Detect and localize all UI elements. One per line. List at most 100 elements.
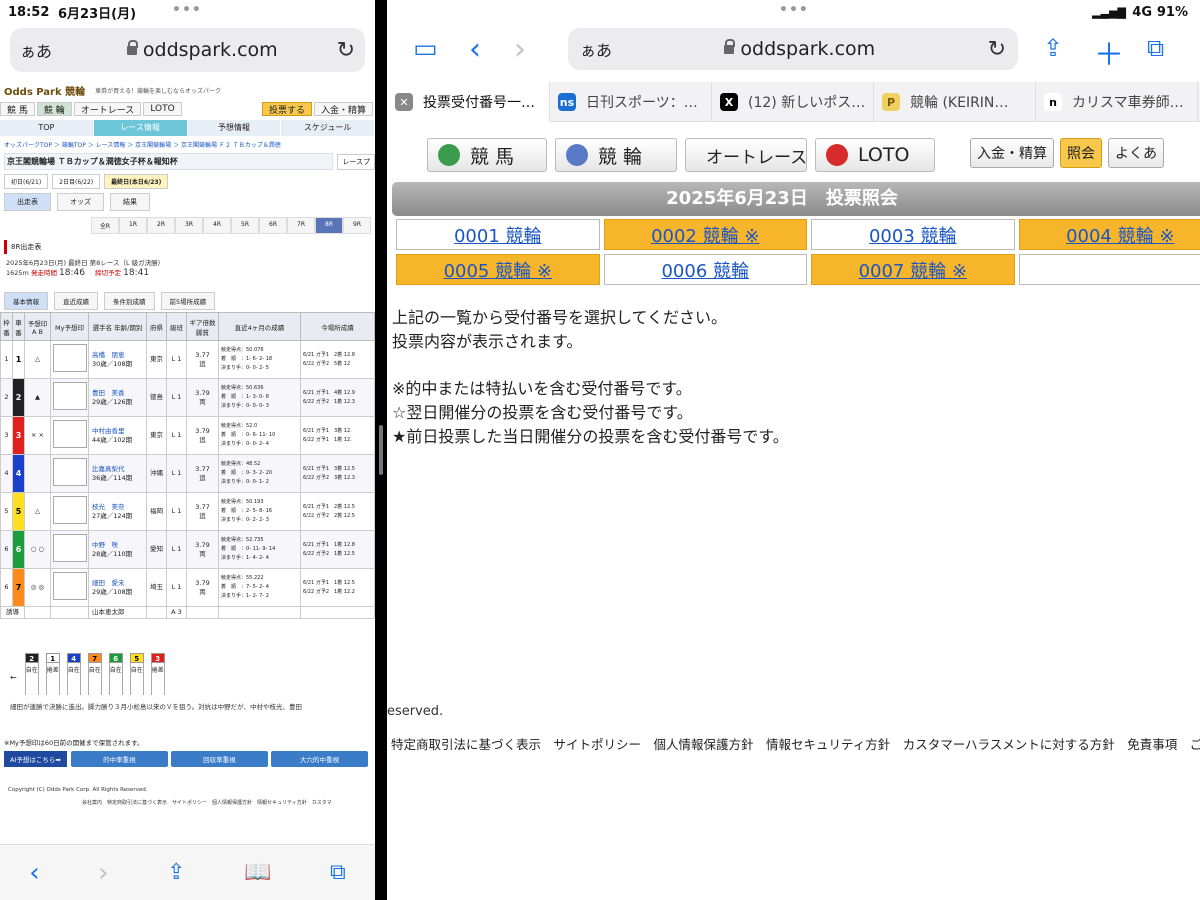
deposit-button[interactable]: 入金・精算 xyxy=(970,138,1054,168)
race-program-link[interactable]: レースプ xyxy=(337,153,375,170)
back-icon[interactable]: ‹ xyxy=(469,32,481,67)
my-mark-select[interactable] xyxy=(52,344,87,372)
breadcrumb[interactable]: オッズパークTOP ＞ 競輪TOP ＞ レース情報 ＞ 京王閣競輪場 ＞ 京王閣… xyxy=(0,136,375,153)
forward-icon[interactable]: › xyxy=(98,858,108,888)
share-icon[interactable]: ⇪ xyxy=(167,860,185,885)
tab-autorace[interactable]: オートレース xyxy=(73,102,142,116)
address-bar-left[interactable]: ぁあ oddspark.com ↻ xyxy=(10,28,365,72)
race-btn[interactable]: 3R xyxy=(175,217,203,234)
receipt-link[interactable]: 0001 競輪 xyxy=(454,222,542,248)
receipt-link[interactable]: 0002 競輪 ※ xyxy=(651,222,759,248)
subtab-shussohyo[interactable]: 出走表 xyxy=(4,193,51,211)
nav-autorace[interactable]: オートレース xyxy=(685,138,807,172)
race-btn[interactable]: 9R xyxy=(343,217,371,234)
receipt-link[interactable]: 0006 競輪 xyxy=(661,257,749,283)
share-icon[interactable]: ⇪ xyxy=(1043,34,1063,62)
race-btn[interactable]: 5R xyxy=(231,217,259,234)
my-mark-cell[interactable] xyxy=(50,568,89,607)
footer-links-right[interactable]: 特定商取引法に基づく表示 サイトポリシー 個人情報保護方針 情報セキュリティ方針… xyxy=(391,734,1200,753)
racer-name-link[interactable]: 枝光 美奈 xyxy=(92,503,125,511)
tab[interactable]: P 競輪 (KEIRIN… xyxy=(874,82,1036,122)
my-mark-select[interactable] xyxy=(52,382,87,410)
nav-loto[interactable]: LOTO xyxy=(815,138,935,172)
racer-name-cell[interactable]: 細田 愛未 29歳／108期 xyxy=(88,568,147,607)
faq-button[interactable]: よくあ xyxy=(1108,138,1164,168)
day-tab-3[interactable]: 最終日(本日6/23) xyxy=(104,174,169,189)
buy-button[interactable]: 投票する xyxy=(261,102,312,116)
footer-links-left[interactable]: 会社案内 特定商取引法に基づく表示 サイトポリシー 個人情報保護方針 情報セキュ… xyxy=(0,795,375,810)
menu-yosou[interactable]: 予想情報 xyxy=(187,120,282,136)
reload-icon[interactable]: ↻ xyxy=(988,37,1006,62)
tab-keirin[interactable]: 競 輪 xyxy=(36,102,72,116)
deposit-button[interactable]: 入金・精算 xyxy=(313,102,373,116)
race-btn[interactable]: 1R xyxy=(119,217,147,234)
racer-name-cell[interactable]: 中村由香里 44歳／102期 xyxy=(88,416,147,455)
race-btn[interactable]: 全R xyxy=(91,217,119,234)
receipt-cell[interactable]: 0005 競輪 ※ xyxy=(396,254,600,285)
racer-name-link[interactable]: 比嘉真梨代 xyxy=(92,465,125,473)
day-tab-2[interactable]: 2日目(6/22) xyxy=(52,174,101,189)
subtab-odds[interactable]: オッズ xyxy=(57,193,104,211)
my-mark-select[interactable] xyxy=(52,458,87,486)
back-icon[interactable]: ‹ xyxy=(29,858,39,888)
reader-aa-button[interactable]: ぁあ xyxy=(20,38,68,62)
race-btn[interactable]: 6R xyxy=(259,217,287,234)
receipt-cell[interactable]: 0001 競輪 xyxy=(396,219,600,250)
ai-tab-longshot[interactable]: 大穴的中重視 xyxy=(270,751,368,767)
menu-top[interactable]: TOP xyxy=(0,120,94,136)
ai-tab-recovery[interactable]: 回収率重視 xyxy=(170,751,268,767)
race-btn[interactable]: 4R xyxy=(203,217,231,234)
menu-race-info[interactable]: レース情報 xyxy=(93,120,188,136)
inquiry-button[interactable]: 照会 xyxy=(1060,138,1102,168)
info-tab-condition[interactable]: 条件別成績 xyxy=(104,292,155,310)
my-mark-cell[interactable] xyxy=(50,416,89,455)
tabs-icon[interactable]: ⧉ xyxy=(330,860,346,885)
split-divider[interactable] xyxy=(375,0,387,900)
receipt-cell[interactable]: 0002 競輪 ※ xyxy=(603,219,807,250)
info-tab-prev5[interactable]: 前5場所成績 xyxy=(160,292,216,310)
racer-name-link[interactable]: 細田 愛未 xyxy=(92,579,125,587)
tab-overview-icon[interactable]: ⧉ xyxy=(1147,34,1164,62)
my-mark-select[interactable] xyxy=(52,420,87,448)
tab-keiba[interactable]: 競 馬 xyxy=(0,102,35,116)
nav-keirin[interactable]: 競 輪 xyxy=(555,138,677,172)
multitask-dots[interactable]: ••• xyxy=(172,2,202,18)
racer-name-link[interactable]: 高橋 朋恵 xyxy=(92,351,125,359)
receipt-cell[interactable]: 0004 競輪 ※ xyxy=(1018,219,1200,250)
my-mark-cell[interactable] xyxy=(50,530,89,569)
subtab-result[interactable]: 結果 xyxy=(110,193,150,211)
receipt-link[interactable]: 0004 競輪 ※ xyxy=(1066,222,1174,248)
racer-name-cell[interactable]: 比嘉真梨代 36歳／114期 xyxy=(88,454,147,493)
receipt-link[interactable]: 0005 競輪 ※ xyxy=(444,257,552,283)
racer-name-cell[interactable]: 高橋 朋恵 30歳／108期 xyxy=(88,340,147,379)
reload-icon[interactable]: ↻ xyxy=(337,38,355,63)
race-btn-selected[interactable]: 8R xyxy=(315,217,343,234)
info-tab-recent[interactable]: 直近成績 xyxy=(54,292,98,310)
racer-name-cell[interactable]: 枝光 美奈 27歳／124期 xyxy=(88,492,147,531)
reader-aa-button[interactable]: ぁあ xyxy=(580,37,612,61)
divider-handle[interactable] xyxy=(379,425,383,475)
nav-keiba[interactable]: 競 馬 xyxy=(427,138,547,172)
menu-schedule[interactable]: スケジュール xyxy=(281,120,375,136)
bookmarks-icon[interactable]: 📖 xyxy=(244,860,271,885)
close-tab-icon[interactable]: ✕ xyxy=(395,93,413,111)
info-tab-basic[interactable]: 基本情報 xyxy=(4,292,48,310)
forward-icon[interactable]: › xyxy=(514,32,526,67)
my-mark-cell[interactable] xyxy=(50,492,89,531)
new-tab-icon[interactable]: ＋ xyxy=(1094,30,1124,74)
tab[interactable]: X (12) 新しいポス… xyxy=(712,82,874,122)
ai-yosou-button[interactable]: AI予想はこちら➡ xyxy=(4,751,67,767)
oddspark-logo[interactable]: Odds Park 競輪 xyxy=(4,83,85,98)
my-mark-cell[interactable] xyxy=(50,454,89,493)
receipt-link[interactable]: 0007 競輪 ※ xyxy=(859,257,967,283)
address-bar-right[interactable]: ぁあ oddspark.com ↻ xyxy=(568,28,1018,70)
multitask-dots[interactable]: ••• xyxy=(779,2,809,18)
tab[interactable]: ns 日刊スポーツ：… xyxy=(550,82,712,122)
my-mark-cell[interactable] xyxy=(50,340,89,379)
tab[interactable]: n カリスマ車券師… xyxy=(1036,82,1198,122)
racer-name-link[interactable]: 豊田 美香 xyxy=(92,389,125,397)
my-mark-select[interactable] xyxy=(52,496,87,524)
racer-name-link[interactable]: 中村由香里 xyxy=(92,427,125,435)
race-btn[interactable]: 7R xyxy=(287,217,315,234)
my-mark-select[interactable] xyxy=(52,572,87,600)
